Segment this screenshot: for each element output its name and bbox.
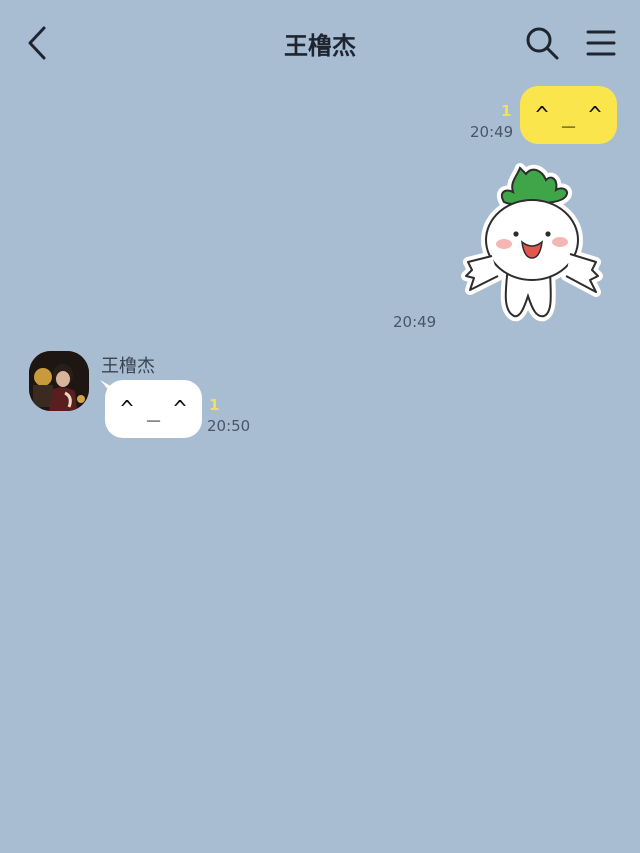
message-time: 20:49 bbox=[470, 123, 514, 141]
read-count: 1 bbox=[501, 102, 512, 120]
outgoing-message-bubble[interactable]: ^ _ ^ bbox=[520, 86, 617, 144]
avatar[interactable] bbox=[29, 351, 89, 411]
read-count: 1 bbox=[209, 396, 220, 414]
sender-name: 王橹杰 bbox=[101, 356, 155, 377]
menu-button[interactable] bbox=[586, 28, 618, 58]
search-button[interactable] bbox=[524, 25, 560, 61]
hamburger-menu-icon bbox=[586, 30, 616, 56]
profile-photo bbox=[29, 351, 89, 411]
message-time: 20:50 bbox=[207, 417, 251, 435]
message-text: ^ _ ^ bbox=[120, 396, 187, 422]
message-time: 20:49 bbox=[393, 313, 437, 331]
radish-character-sticker[interactable] bbox=[458, 158, 606, 328]
search-icon bbox=[526, 27, 559, 60]
message-text: ^ _ ^ bbox=[535, 102, 602, 128]
incoming-message-bubble[interactable]: ^ _ ^ bbox=[98, 378, 204, 440]
